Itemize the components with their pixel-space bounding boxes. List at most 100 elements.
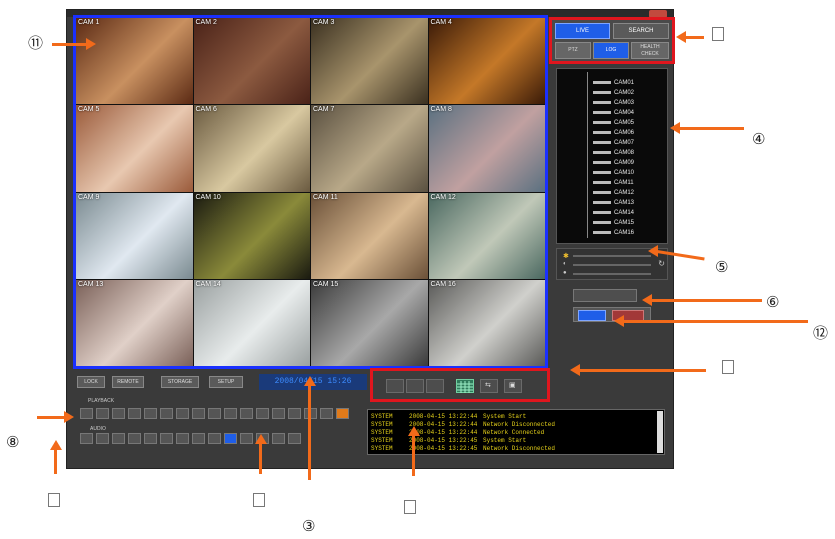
channel-button[interactable] [144,433,157,444]
camera-icon [593,170,611,174]
channel-button[interactable] [224,433,237,444]
camera-tree: CAM01 CAM02 CAM03 CAM04 CAM05 CAM06 CAM07 CAM08… [556,68,668,244]
channel-button[interactable] [288,408,301,419]
log-message: Network Disconnected [483,421,556,428]
callout-box-log [404,500,416,514]
blue-button[interactable] [578,310,606,321]
sequence-button[interactable]: ⇆ [480,379,498,393]
tree-item-camera[interactable]: CAM13 [593,199,634,207]
camera-tile[interactable]: CAM 9 [76,192,193,279]
camera-tile[interactable]: CAM 11 [311,192,428,279]
tree-item-camera[interactable]: CAM08 [593,149,634,157]
camera-tile[interactable]: CAM 1 [76,18,193,105]
log-message: Network Connected [483,429,545,436]
refresh-icon[interactable]: ↻ [658,259,665,268]
callout-6: ⑥ [766,293,780,311]
channel-button[interactable] [288,433,301,444]
tree-item-camera[interactable]: CAM11 [593,179,634,187]
channel-button[interactable] [176,433,189,444]
camera-tile[interactable]: CAM 12 [428,192,545,279]
tree-item-label: CAM07 [614,140,635,146]
channel-button[interactable] [80,408,93,419]
slider-track-3[interactable] [573,273,651,275]
mode-tabs-highlight: LIVE SEARCH PTZ LOG HEALTH CHECK [549,17,675,64]
channel-button[interactable] [176,408,189,419]
preset-button[interactable] [573,289,637,302]
layout-button-1[interactable] [386,379,404,393]
tree-item-label: CAM03 [614,100,635,106]
subtab-ptz[interactable]: PTZ [555,42,591,59]
camera-tile[interactable]: CAM 15 [311,279,428,366]
camera-tile[interactable]: CAM 8 [428,105,545,192]
channel-button[interactable] [160,433,173,444]
tree-root-line [587,72,588,238]
channel-button[interactable] [240,408,253,419]
channel-button[interactable] [208,408,221,419]
channel-button[interactable] [96,433,109,444]
channel-button[interactable] [208,433,221,444]
callout-box-layout [722,360,734,374]
channel-button[interactable] [320,408,333,419]
tree-item-label: CAM05 [614,120,635,126]
tree-item-camera[interactable]: CAM12 [593,189,634,197]
tree-item-camera[interactable]: CAM02 [593,89,634,97]
channel-button[interactable] [256,408,269,419]
camera-icon [593,80,611,84]
tab-search[interactable]: SEARCH [613,23,669,39]
tree-item-label: CAM09 [614,160,635,166]
camera-tile[interactable]: CAM 10 [193,192,310,279]
tree-item-camera[interactable]: CAM01 [593,79,634,87]
channel-button[interactable] [192,408,205,419]
camera-tile[interactable]: CAM 5 [76,105,193,192]
channel-button[interactable] [272,433,285,444]
setup-button[interactable]: SETUP [209,376,243,388]
camera-tile[interactable]: CAM 3 [311,18,428,105]
slider-row-3: ● [563,270,659,278]
subtab-log[interactable]: LOG [593,42,629,59]
tree-item-camera[interactable]: CAM16 [593,229,634,237]
channel-button[interactable] [80,433,93,444]
arrowhead-mid-up [255,434,267,444]
layout-button-4[interactable] [406,379,424,393]
layout-button-16[interactable] [456,379,474,393]
channel-button[interactable] [336,408,349,419]
channel-button[interactable] [224,408,237,419]
tree-item-camera[interactable]: CAM03 [593,99,634,107]
tree-item-camera[interactable]: CAM07 [593,139,634,147]
log-scrollbar[interactable] [657,411,663,453]
channel-button[interactable] [192,433,205,444]
slider-track-2[interactable] [573,264,651,266]
subtab-health-check[interactable]: HEALTH CHECK [631,42,669,59]
channel-button[interactable] [240,433,253,444]
camera-tile[interactable]: CAM 14 [193,279,310,366]
camera-tile[interactable]: CAM 6 [193,105,310,192]
lock-button[interactable]: LOCK [77,376,105,388]
channel-button[interactable] [128,408,141,419]
channel-button[interactable] [160,408,173,419]
camera-tile[interactable]: CAM 13 [76,279,193,366]
storage-button[interactable]: STORAGE [161,376,199,388]
camera-tile[interactable]: CAM 4 [428,18,545,105]
tab-live[interactable]: LIVE [555,23,610,39]
tree-item-camera[interactable]: CAM14 [593,209,634,217]
camera-label: CAM 1 [78,19,100,26]
channel-button[interactable] [128,433,141,444]
channel-button[interactable] [112,408,125,419]
fullscreen-button[interactable]: ▣ [504,379,522,393]
tree-item-camera[interactable]: CAM04 [593,109,634,117]
tree-item-camera[interactable]: CAM10 [593,169,634,177]
camera-tile[interactable]: CAM 2 [193,18,310,105]
channel-button[interactable] [144,408,157,419]
slider-track-1[interactable] [573,255,651,257]
channel-button[interactable] [112,433,125,444]
tree-item-camera[interactable]: CAM05 [593,119,634,127]
camera-tile[interactable]: CAM 7 [311,105,428,192]
camera-tile[interactable]: CAM 16 [428,279,545,366]
channel-button[interactable] [96,408,109,419]
channel-button[interactable] [272,408,285,419]
tree-item-camera[interactable]: CAM06 [593,129,634,137]
layout-button-9[interactable] [426,379,444,393]
remote-button[interactable]: REMOTE [112,376,144,388]
tree-item-camera[interactable]: CAM15 [593,219,634,227]
tree-item-camera[interactable]: CAM09 [593,159,634,167]
